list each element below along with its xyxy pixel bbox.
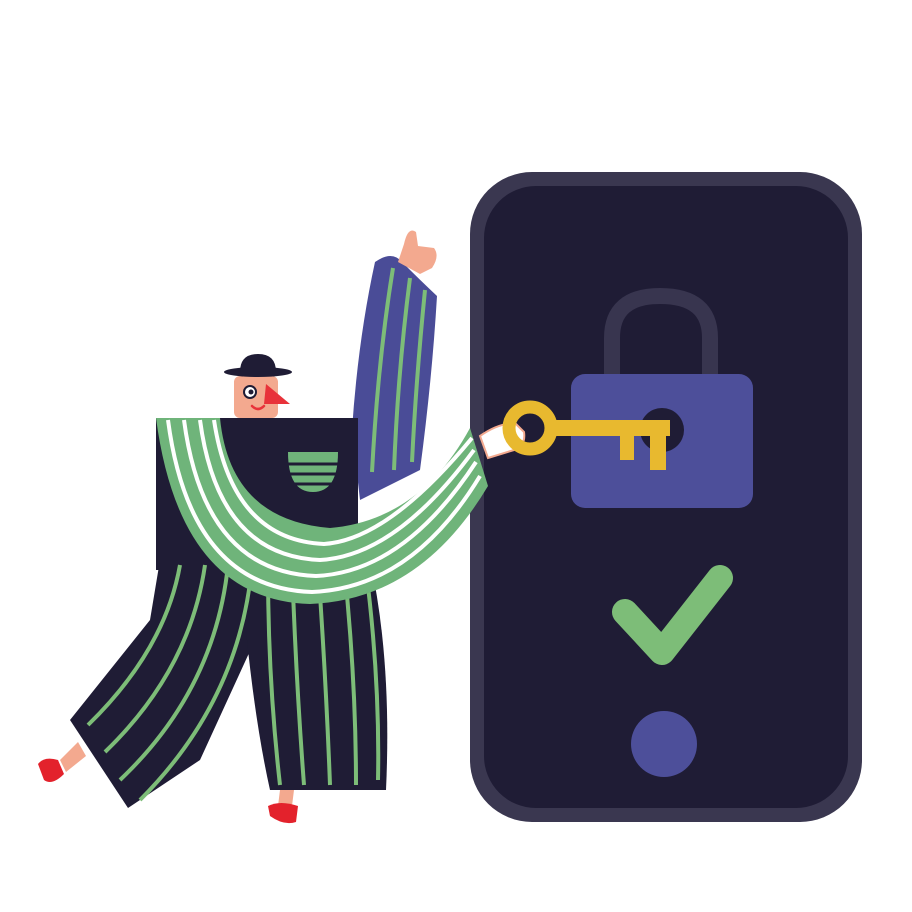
hat-crown [240,354,276,372]
left-ankle [60,742,86,772]
key-tooth [650,430,666,470]
raised-arm [352,230,437,500]
key-tooth [620,430,634,460]
home-button-icon [631,711,697,777]
right-shoe [268,803,298,824]
illustration-canvas [38,172,862,824]
smartphone [470,172,862,822]
character [38,230,526,824]
left-shoe [38,758,64,782]
head [224,354,292,418]
